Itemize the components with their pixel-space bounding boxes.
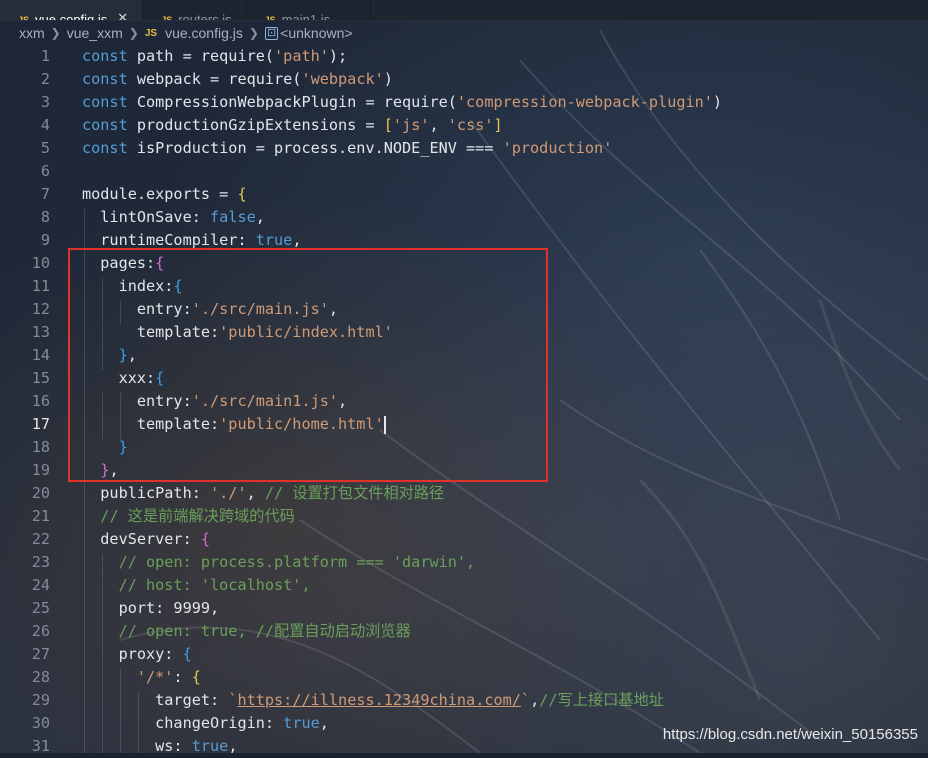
annotation-highlight-box (68, 248, 548, 482)
line-number: 23 (31, 553, 50, 571)
code-text: port: 9999, (82, 599, 220, 617)
line-number: 13 (31, 323, 50, 341)
tab-bar: JS vue.config.js ✕ JS routers.js JS main… (0, 0, 928, 21)
code-line[interactable]: 8 lintOnSave: false, (0, 206, 928, 229)
line-number: 16 (31, 392, 50, 410)
line-number: 19 (31, 461, 50, 479)
line-number: 18 (31, 438, 50, 456)
tab-vue-config[interactable]: JS vue.config.js ✕ (0, 0, 144, 20)
code-text: changeOrigin: true, (82, 714, 329, 732)
code-line[interactable]: 1 const path = require('path'); (0, 45, 928, 68)
tab-routers[interactable]: JS routers.js (143, 0, 247, 20)
code-text: const CompressionWebpackPlugin = require… (82, 93, 723, 111)
code-line[interactable]: 4 const productionGzipExtensions = ['js',… (0, 114, 928, 137)
breadcrumb-symbol[interactable]: ⊡ <unknown> (264, 25, 353, 41)
code-text: const isProduction = process.env.NODE_EN… (82, 139, 613, 157)
code-text: // open: true, //配置自动启动浏览器 (118, 622, 411, 640)
line-number: 26 (31, 622, 50, 640)
breadcrumb: xxm ❯ vue_xxm ❯ JS vue.config.js ❯ ⊡ <un… (0, 22, 928, 44)
line-number: 12 (31, 300, 50, 318)
close-icon[interactable]: ✕ (117, 10, 128, 20)
line-number: 3 (40, 93, 50, 111)
code-line[interactable]: 5 const isProduction = process.env.NODE_E… (0, 137, 928, 160)
code-text: devServer: { (82, 530, 211, 548)
breadcrumb-root[interactable]: xxm (19, 25, 45, 41)
line-number: 27 (31, 645, 50, 663)
js-file-icon: JS (144, 27, 158, 39)
line-number: 30 (31, 714, 50, 732)
code-text: // 这是前端解决跨域的代码 (100, 507, 295, 525)
code-line[interactable]: 29 target: `https://illness.12349china.c… (0, 689, 928, 712)
line-number: 25 (31, 599, 50, 617)
line-number: 5 (40, 139, 50, 157)
code-text: // open: process.platform === 'darwin', (118, 553, 476, 571)
code-line[interactable]: 26 // open: true, //配置自动启动浏览器 (0, 620, 928, 643)
line-number: 10 (31, 254, 50, 272)
code-text: publicPath: './', // 设置打包文件相对路径 (82, 484, 445, 502)
code-text: proxy: { (82, 645, 192, 663)
code-text: const path = require('path'); (82, 47, 348, 65)
line-number: 21 (31, 507, 50, 525)
line-number: 4 (40, 116, 50, 134)
js-file-icon: JS (18, 15, 30, 20)
code-line[interactable]: 23 // open: process.platform === 'darwin… (0, 551, 928, 574)
code-text: const webpack = require('webpack') (82, 70, 393, 88)
breadcrumb-symbol-label: <unknown> (280, 25, 353, 41)
code-line[interactable]: 28 '/*': { (0, 666, 928, 689)
breadcrumb-file-label: vue.config.js (165, 25, 243, 41)
breadcrumb-folder[interactable]: vue_xxm (67, 25, 123, 41)
line-number: 28 (31, 668, 50, 686)
tab-main1[interactable]: JS main1.js (247, 0, 372, 20)
code-text: // host: 'localhost', (118, 576, 311, 594)
code-text: const productionGzipExtensions = ['js', … (82, 116, 503, 134)
code-line[interactable]: 22 devServer: { (0, 528, 928, 551)
line-number: 29 (31, 691, 50, 709)
tab-label: vue.config.js (35, 12, 108, 20)
line-number: 11 (31, 277, 50, 295)
chevron-right-icon: ❯ (248, 26, 259, 40)
breadcrumb-file[interactable]: JS vue.config.js (145, 25, 243, 41)
code-line[interactable]: 7 module.exports = { (0, 183, 928, 206)
code-line[interactable]: 27 proxy: { (0, 643, 928, 666)
code-line[interactable]: 20 publicPath: './', // 设置打包文件相对路径 (0, 482, 928, 505)
line-number: 24 (31, 576, 50, 594)
code-line[interactable]: 2 const webpack = require('webpack') (0, 68, 928, 91)
line-number: 2 (40, 70, 50, 88)
line-number: 7 (40, 185, 50, 203)
code-line[interactable]: 21 // 这是前端解决跨域的代码 (0, 505, 928, 528)
line-number: 1 (40, 47, 50, 65)
line-number: 8 (40, 208, 50, 226)
line-number: 17 (31, 415, 50, 433)
code-text: ws: true, (82, 737, 238, 755)
tab-label: routers.js (178, 12, 232, 20)
code-line[interactable]: 24 // host: 'localhost', (0, 574, 928, 597)
line-number: 14 (31, 346, 50, 364)
line-number: 31 (31, 737, 50, 755)
line-number: 22 (31, 530, 50, 548)
js-file-icon: JS (264, 15, 276, 20)
chevron-right-icon: ❯ (128, 26, 139, 40)
code-text: module.exports = { (82, 185, 247, 203)
js-file-icon: JS (161, 15, 173, 20)
code-text: '/*': { (136, 668, 201, 686)
code-text: lintOnSave: false, (82, 208, 265, 226)
symbol-variable-icon: ⊡ (264, 26, 279, 40)
line-number: 15 (31, 369, 50, 387)
code-line[interactable]: 3 const CompressionWebpackPlugin = requir… (0, 91, 928, 114)
line-number: 20 (31, 484, 50, 502)
code-line[interactable]: 6 (0, 160, 928, 183)
code-line[interactable]: 25 port: 9999, (0, 597, 928, 620)
code-text: target: `https://illness.12349china.com/… (82, 691, 664, 709)
chevron-right-icon: ❯ (50, 26, 61, 40)
line-number: 9 (40, 231, 50, 249)
watermark: https://blog.csdn.net/weixin_50156355 (662, 726, 918, 743)
line-number: 6 (40, 162, 50, 180)
tab-label: main1.js (281, 12, 331, 20)
